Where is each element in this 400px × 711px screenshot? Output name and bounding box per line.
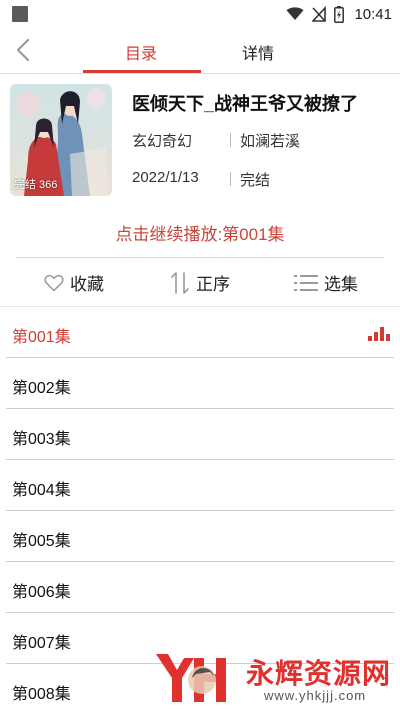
meta-divider (230, 133, 231, 147)
action-bar: 收藏 正序 选集 (0, 264, 400, 302)
episode-item[interactable]: 第002集 (6, 358, 394, 409)
book-cover[interactable]: 完结 366 (10, 84, 112, 196)
now-playing-icon (368, 327, 390, 341)
episode-label: 第008集 (12, 686, 71, 703)
episode-label: 第006集 (12, 584, 71, 601)
sort-order-label: 正序 (196, 275, 230, 294)
top-tab-bar: 目录 详情 (0, 28, 400, 74)
episode-label: 第003集 (12, 431, 71, 448)
episode-label: 第007集 (12, 635, 71, 652)
list-icon (294, 274, 318, 291)
meta-divider (230, 172, 231, 186)
select-episode-button[interactable]: 选集 (294, 270, 358, 295)
book-genre: 玄幻奇幻 (132, 133, 193, 150)
back-chevron-icon[interactable] (10, 36, 38, 64)
watermark: 永辉资源网 www.yhkjjj.com (150, 650, 396, 708)
heart-outline-icon (44, 274, 64, 291)
watermark-url: www.yhkjjj.com (264, 688, 367, 703)
episode-item[interactable]: 第003集 (6, 409, 394, 460)
sort-icon (171, 271, 189, 294)
watermark-text: 永辉资源网 (246, 658, 392, 689)
divider (16, 257, 384, 258)
status-icons: 10:41 (286, 4, 392, 24)
episode-label: 第005集 (12, 533, 71, 550)
book-author: 如澜若溪 (240, 133, 301, 150)
sort-order-button[interactable]: 正序 (170, 270, 230, 295)
watermark-logo (156, 654, 226, 702)
book-status: 完结 (240, 172, 271, 189)
battery-charging-icon (334, 5, 345, 23)
episode-item[interactable]: 第006集 (6, 562, 394, 613)
episode-label: 第002集 (12, 380, 71, 397)
clock: 10:41 (354, 5, 392, 23)
select-episode-label: 选集 (324, 275, 358, 294)
favorite-button[interactable]: 收藏 (44, 270, 104, 295)
wifi-icon (286, 7, 304, 20)
no-signal-icon (312, 6, 327, 22)
tab-catalog[interactable]: 目录 (125, 40, 157, 64)
tab-detail[interactable]: 详情 (242, 40, 274, 64)
episode-item[interactable]: 第004集 (6, 460, 394, 511)
favorite-label: 收藏 (70, 275, 104, 294)
active-tab-indicator (83, 70, 201, 73)
episode-label: 第001集 (12, 329, 71, 346)
continue-play-link[interactable]: 点击继续播放:第001集 (0, 220, 400, 245)
episode-item[interactable]: 第005集 (6, 511, 394, 562)
episode-item[interactable]: 第001集 (6, 307, 394, 358)
notification-icon (12, 6, 28, 22)
cover-badge: 完结 366 (14, 179, 58, 191)
status-bar: 10:41 (0, 0, 400, 28)
episode-label: 第004集 (12, 482, 71, 499)
book-title: 医倾天下_战神王爷又被撩了 (132, 94, 359, 114)
book-date: 2022/1/13 (132, 169, 199, 186)
